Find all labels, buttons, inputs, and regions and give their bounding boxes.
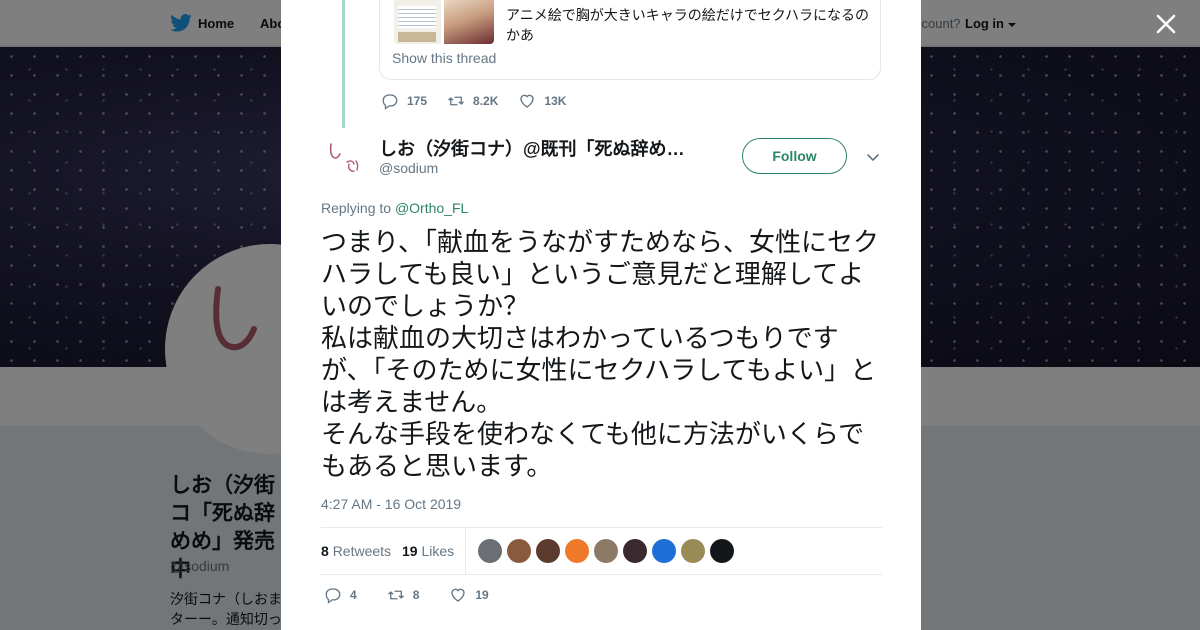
reply-button[interactable]: 175 [381, 92, 427, 110]
tweet-actions: 4 8 19 [324, 586, 519, 604]
tweet-timestamp[interactable]: 4:27 AM - 16 Oct 2019 [321, 496, 461, 512]
liker-avatar[interactable] [565, 539, 589, 563]
retweets-stat[interactable]: 8 Retweets [321, 543, 391, 559]
retweet-icon [387, 590, 404, 600]
likes-stat-count: 19 [402, 543, 418, 559]
follow-button[interactable]: Follow [742, 138, 847, 174]
liker-avatar[interactable] [623, 539, 647, 563]
reply-icon [325, 588, 341, 604]
liker-avatar[interactable] [594, 539, 618, 563]
heart-icon [451, 588, 466, 602]
liker-avatars [478, 539, 734, 563]
tweet-stats: 8 Retweets 19 Likes [321, 527, 882, 575]
retweets-stat-label: Retweets [332, 543, 392, 559]
like-count: 13K [544, 94, 567, 108]
conversation-thread-line [342, 0, 345, 128]
avatar-handwriting-icon [329, 143, 359, 172]
liker-avatar[interactable] [536, 539, 560, 563]
retweet-count: 8 [412, 588, 420, 602]
author-avatar[interactable] [321, 134, 369, 182]
chevron-down-icon[interactable] [865, 149, 881, 165]
replying-to-context: Replying to @Ortho_FL [321, 200, 468, 216]
close-icon[interactable] [1152, 10, 1180, 38]
quoted-media-thumbnail[interactable] [394, 0, 441, 44]
show-thread-link[interactable]: Show this thread [392, 50, 496, 66]
reply-count: 4 [350, 588, 357, 602]
retweet-icon [448, 96, 465, 106]
quoted-tweet-card[interactable]: アニメ絵で胸が大きいキャラの絵だけでセクハラになるのかあ Show this t… [379, 0, 881, 80]
liker-avatar[interactable] [710, 539, 734, 563]
retweet-button[interactable]: 8.2K [447, 92, 498, 110]
liker-avatar[interactable] [652, 539, 676, 563]
author-handle[interactable]: @sodium [379, 160, 438, 176]
tweet-text: つまり、「献血をうながすためなら、女性にセクハラしても良い」というご意見だと理解… [321, 228, 879, 482]
reply-icon [382, 94, 398, 110]
like-button[interactable]: 13K [518, 92, 566, 110]
retweets-stat-count: 8 [321, 543, 329, 559]
previous-tweet-actions: 175 8.2K 13K [381, 92, 586, 110]
heart-icon [520, 94, 535, 108]
retweet-button[interactable]: 8 [387, 586, 420, 604]
retweet-count: 8.2K [473, 94, 499, 108]
reply-count: 175 [407, 94, 428, 108]
quoted-media-thumbnail[interactable] [444, 0, 494, 44]
likes-stat-label: Likes [421, 543, 455, 559]
likes-stat[interactable]: 19 Likes [402, 543, 454, 559]
like-count: 19 [475, 588, 489, 602]
author-name[interactable]: しお（汐街コナ）@既刊「死ぬ辞める」「ブラック企業… [379, 135, 695, 161]
quoted-tweet-text: アニメ絵で胸が大きいキャラの絵だけでセクハラになるのかあ [506, 7, 870, 43]
liker-avatar[interactable] [507, 539, 531, 563]
like-button[interactable]: 19 [449, 586, 489, 604]
liker-avatar[interactable] [478, 539, 502, 563]
tweet-permalink-modal: アニメ絵で胸が大きいキャラの絵だけでセクハラになるのかあ Show this t… [281, 0, 921, 630]
stats-divider [465, 528, 466, 574]
liker-avatar[interactable] [681, 539, 705, 563]
reply-button[interactable]: 4 [324, 586, 357, 604]
replying-to-user-link[interactable]: @Ortho_FL [395, 200, 468, 216]
replying-to-label: Replying to [321, 200, 392, 216]
